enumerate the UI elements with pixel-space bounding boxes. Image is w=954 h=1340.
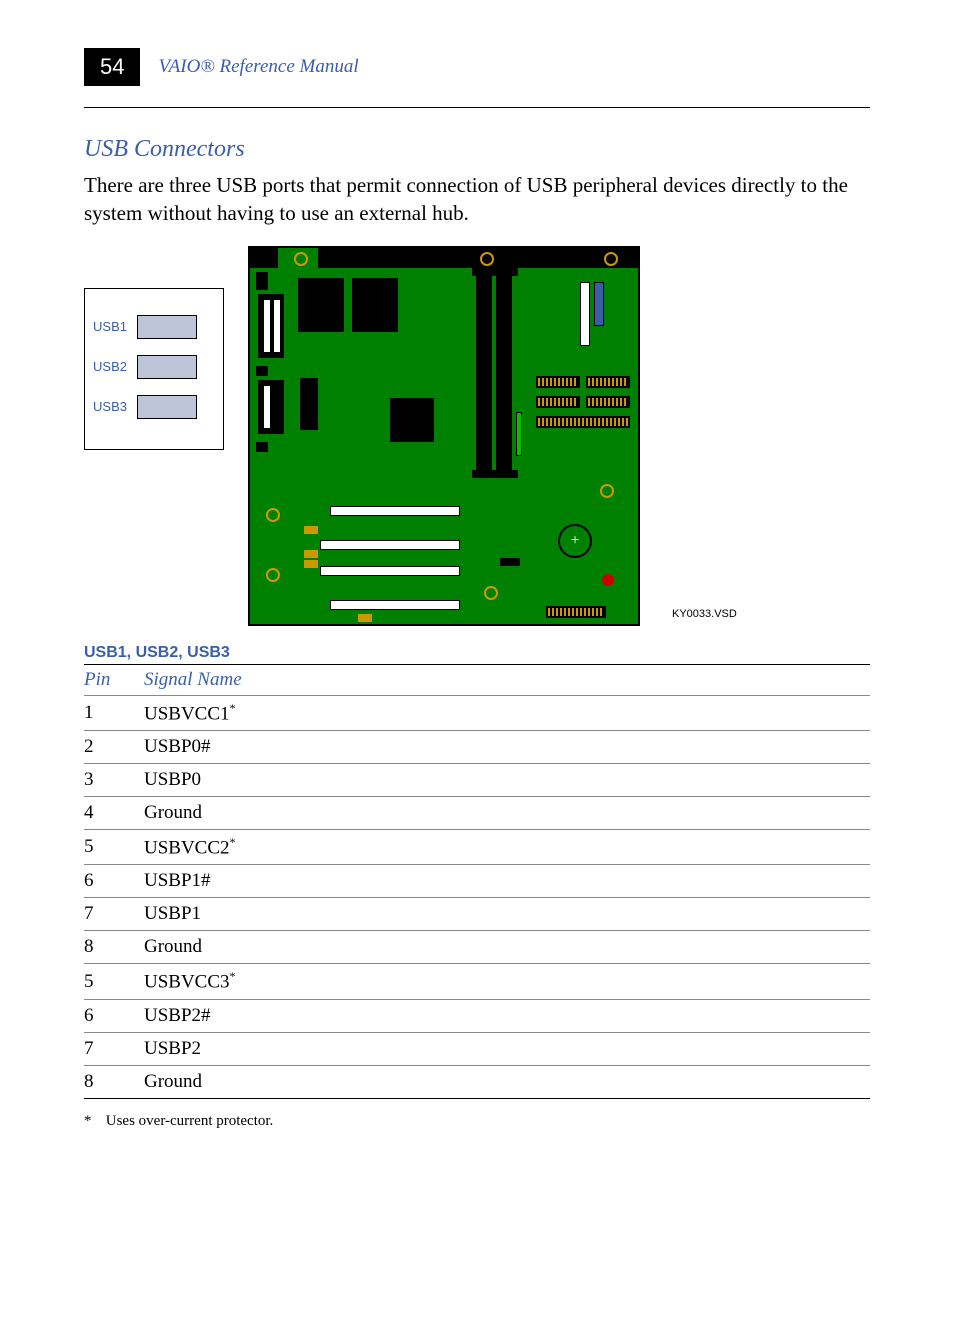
- signal-cell: USBP1: [144, 898, 870, 931]
- table-row: 3USBP0: [84, 764, 870, 797]
- signal-cell: Ground: [144, 1065, 870, 1098]
- pin-cell: 7: [84, 1032, 144, 1065]
- table-row: 6USBP2#: [84, 999, 870, 1032]
- signal-cell: USBP0#: [144, 731, 870, 764]
- motherboard-diagram: +: [248, 246, 640, 626]
- table-row: 6USBP1#: [84, 865, 870, 898]
- footnote-ref: *: [230, 701, 236, 715]
- signal-cell: USBVCC2*: [144, 830, 870, 865]
- pin-cell: 4: [84, 797, 144, 830]
- signal-cell: Ground: [144, 797, 870, 830]
- usb-port-icon: [137, 315, 197, 339]
- pin-cell: 3: [84, 764, 144, 797]
- table-row: 1USBVCC1*: [84, 695, 870, 730]
- table-row: 8Ground: [84, 1065, 870, 1098]
- pin-cell: 6: [84, 865, 144, 898]
- footnote-marker: *: [84, 1113, 102, 1130]
- pin-cell: 6: [84, 999, 144, 1032]
- footnote-ref: *: [230, 835, 236, 849]
- table-row: 7USBP2: [84, 1032, 870, 1065]
- table-row: 4Ground: [84, 797, 870, 830]
- pin-cell: 8: [84, 1065, 144, 1098]
- pin-cell: 7: [84, 898, 144, 931]
- io-label-usb3: USB3: [85, 399, 133, 414]
- battery-icon: +: [558, 524, 592, 558]
- signal-cell: USBP1#: [144, 865, 870, 898]
- footnote: * Uses over-current protector.: [84, 1113, 870, 1130]
- page-header: 54 VAIO® Reference Manual: [84, 48, 870, 86]
- table-row: 8Ground: [84, 931, 870, 964]
- signal-cell: USBP2: [144, 1032, 870, 1065]
- pin-cell: 8: [84, 931, 144, 964]
- table-row: 7USBP1: [84, 898, 870, 931]
- pin-cell: 2: [84, 731, 144, 764]
- signal-cell: USBP0: [144, 764, 870, 797]
- signal-cell: USBP2#: [144, 999, 870, 1032]
- io-label-usb1: USB1: [85, 319, 133, 334]
- table-title: USB1, USB2, USB3: [84, 644, 870, 662]
- col-header-signal: Signal Name: [144, 664, 870, 695]
- table-row: 5USBVCC2*: [84, 830, 870, 865]
- page: 54 VAIO® Reference Manual USB Connectors…: [0, 0, 954, 1178]
- io-block: USB1 USB2 USB3: [84, 288, 224, 450]
- col-header-pin: Pin: [84, 664, 144, 695]
- table-row: 5USBVCC3*: [84, 964, 870, 999]
- usb-port-icon: [137, 395, 197, 419]
- pin-cell: 5: [84, 964, 144, 999]
- header-title: VAIO® Reference Manual: [140, 48, 870, 86]
- pin-cell: 1: [84, 695, 144, 730]
- io-label-usb2: USB2: [85, 359, 133, 374]
- signal-cell: USBVCC3*: [144, 964, 870, 999]
- table-row: 2USBP0#: [84, 731, 870, 764]
- io-row-usb3: USB3: [85, 395, 223, 419]
- section-heading: USB Connectors: [84, 136, 870, 163]
- page-number: 54: [84, 48, 140, 86]
- pinout-table: Pin Signal Name 1USBVCC1*2USBP0#3USBP04G…: [84, 664, 870, 1099]
- footnote-text: Uses over-current protector.: [106, 1113, 274, 1129]
- figure: USB1 USB2 USB3: [84, 246, 870, 626]
- signal-cell: Ground: [144, 931, 870, 964]
- pin-cell: 5: [84, 830, 144, 865]
- figure-caption: KY0033.VSD: [672, 608, 737, 620]
- io-row-usb2: USB2: [85, 355, 223, 379]
- io-panel: USB1 USB2 USB3: [84, 246, 224, 450]
- footnote-ref: *: [230, 969, 236, 983]
- signal-cell: USBVCC1*: [144, 695, 870, 730]
- header-rule: [84, 107, 870, 108]
- io-row-usb1: USB1: [85, 315, 223, 339]
- usb-port-icon: [137, 355, 197, 379]
- section-paragraph: There are three USB ports that permit co…: [84, 171, 870, 228]
